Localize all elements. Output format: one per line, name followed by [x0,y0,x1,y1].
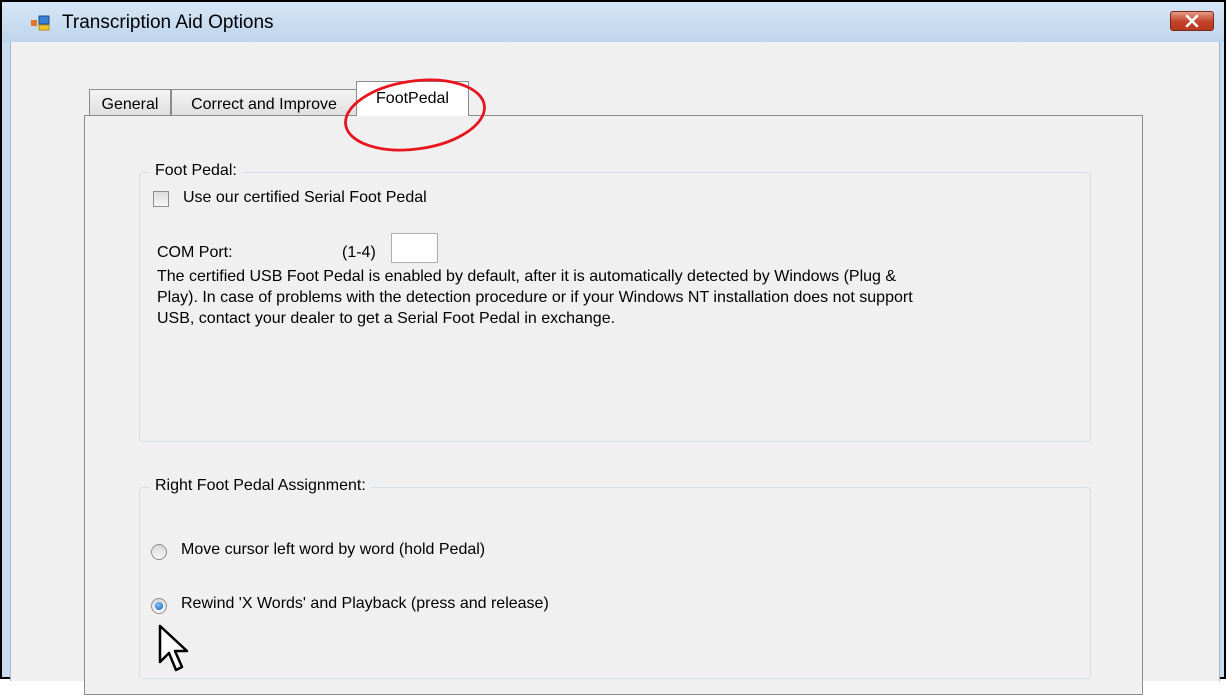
usb-pedal-description: The certified USB Foot Pedal is enabled … [157,266,1057,329]
com-port-input[interactable] [391,233,438,263]
com-port-label: COM Port: [157,244,233,261]
dialog-client-area: General Correct and Improve FootPedal Fo… [10,42,1220,695]
foot-pedal-group-legend: Foot Pedal: [150,162,242,180]
assignment-group-legend: Right Foot Pedal Assignment: [150,477,371,495]
window-title: Transcription Aid Options [62,12,274,33]
title-bar[interactable]: Transcription Aid Options [2,2,1224,42]
serial-foot-pedal-label[interactable]: Use our certified Serial Foot Pedal [183,189,427,207]
description-line: The certified USB Foot Pedal is enabled … [157,268,897,285]
rewind-playback-label[interactable]: Rewind 'X Words' and Playback (press and… [181,595,549,613]
options-window: Transcription Aid Options General Correc… [0,0,1226,695]
rewind-playback-radio[interactable] [151,598,167,614]
move-cursor-label[interactable]: Move cursor left word by word (hold Peda… [181,541,485,559]
close-icon [1185,14,1199,28]
right-pedal-assignment-group: Right Foot Pedal Assignment: [139,477,1091,679]
description-line: Play). In case of problems with the dete… [157,289,913,306]
close-button[interactable] [1170,11,1214,31]
serial-foot-pedal-checkbox[interactable] [153,191,169,207]
tab-label: General [101,96,159,113]
mouse-pointer-icon [158,624,189,672]
move-cursor-radio[interactable] [151,544,167,560]
footpedal-tab-panel: Foot Pedal: Use our certified Serial Foo… [84,115,1143,695]
annotation-circle [344,78,486,152]
app-icon [31,15,50,31]
description-line: USB, contact your dealer to get a Serial… [157,310,616,327]
tab-label: Correct and Improve [191,96,337,113]
com-port-range-label: (1-4) [342,244,376,261]
